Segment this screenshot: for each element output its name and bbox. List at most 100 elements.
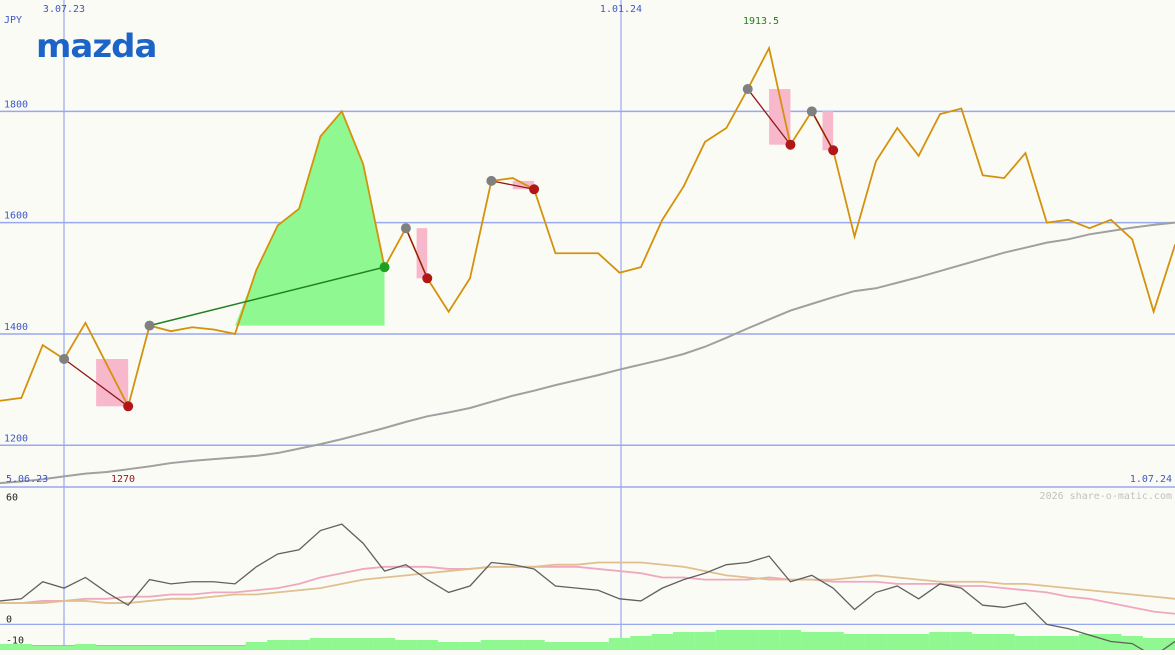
price-point (1088, 227, 1091, 229)
swing-end-marker (828, 145, 839, 156)
price-point (191, 326, 194, 329)
swing-start-marker (742, 84, 753, 95)
volume-bar (630, 636, 652, 650)
volume-bar (694, 632, 716, 650)
y-tick-label: 1600 (4, 211, 28, 222)
volume-bar (480, 640, 503, 650)
price-point (853, 235, 856, 238)
x-top-label: 3.07.23 (43, 4, 85, 15)
watermark: 2026 share-o-matic.com (1040, 491, 1172, 502)
swing-end-marker (123, 401, 134, 412)
volume-bar (801, 632, 823, 650)
volume-bar (523, 640, 545, 650)
volume-bar (502, 640, 524, 650)
price-point (234, 333, 236, 335)
price-point (362, 163, 364, 165)
volume-bar (608, 638, 631, 650)
volume-bar (288, 640, 310, 650)
volume-bar (309, 638, 332, 650)
price-point (106, 363, 108, 366)
volume-bar (822, 632, 844, 650)
x-top-label: 1.01.24 (600, 4, 642, 15)
volume-bar (245, 642, 268, 650)
volume-bar (117, 646, 139, 650)
volume-bar (672, 632, 695, 650)
volume-bar (53, 646, 75, 650)
volume-bar (737, 630, 759, 650)
price-point (469, 277, 471, 280)
volume-bar (437, 642, 460, 650)
price-point (917, 155, 920, 157)
price-point (875, 160, 877, 163)
volume-bar (1078, 634, 1101, 650)
chart-canvas: JPY 2026 share-o-matic.com 1913.5 1270 1… (0, 0, 1175, 655)
volume-bar (566, 642, 588, 650)
volume-bar (352, 638, 374, 650)
volume-bar (267, 640, 289, 650)
price-point (1152, 310, 1155, 313)
price-point (511, 177, 514, 179)
price-point (939, 113, 941, 115)
price-point (618, 271, 621, 274)
volume-bar (907, 634, 930, 650)
volume-bar (395, 640, 417, 650)
volume-bar (779, 630, 802, 650)
volume-bar (160, 646, 182, 650)
price-point (896, 127, 899, 129)
y-tick-label: 1400 (4, 322, 28, 333)
loss-area (96, 358, 129, 407)
price-point (725, 127, 728, 129)
price-point (41, 344, 44, 346)
stock-chart: JPY 2026 share-o-matic.com 1913.5 1270 1… (0, 0, 1175, 655)
price-point (1003, 177, 1005, 179)
price-point (597, 252, 599, 255)
price-point (447, 310, 450, 313)
price-point (84, 322, 87, 324)
volume-bar (972, 634, 994, 650)
volume-bar (331, 638, 353, 650)
volume-bar (950, 632, 973, 650)
swing-start-marker (806, 106, 817, 117)
volume-bar (459, 642, 481, 650)
volume-bar (1057, 636, 1079, 650)
price-point (640, 266, 642, 268)
y-tick-label: 1800 (4, 99, 28, 110)
volume-bar (651, 634, 673, 650)
volume-bar (1036, 636, 1058, 650)
loss-area (416, 228, 428, 279)
volume-bar (224, 646, 246, 650)
price-point (960, 107, 963, 110)
swing-start-marker (400, 223, 411, 234)
swing-start-marker (144, 320, 155, 331)
volume-bar (32, 646, 54, 650)
volume-bar (587, 642, 609, 650)
price-point (298, 207, 300, 210)
price-point (554, 252, 557, 255)
price-point (341, 110, 343, 113)
price-line (0, 45, 1175, 409)
high-annotation: 1913.5 (743, 16, 779, 27)
volume-bar (758, 630, 780, 650)
volume-bar (181, 646, 203, 650)
moving-average-line (0, 221, 1175, 485)
loss-area (822, 111, 834, 151)
price-point (576, 252, 578, 255)
price-point (170, 330, 172, 332)
price-point (1046, 221, 1048, 224)
osc-y-tick-label: 60 (6, 492, 18, 503)
price-point (704, 141, 706, 143)
volume-bar (1014, 636, 1037, 650)
x-bottom-label-end: 1.07.24 (1130, 474, 1172, 485)
price-point (1110, 219, 1112, 221)
swing-end-marker (422, 273, 433, 284)
volume-bar (993, 634, 1015, 650)
price-point (255, 269, 258, 271)
swing-start-marker (59, 353, 70, 364)
swing-end-marker (785, 139, 796, 150)
price-point (20, 397, 23, 399)
price-point (768, 47, 770, 49)
volume-bar (929, 632, 951, 650)
price-point (661, 219, 664, 221)
logo-wordmark: mazda (36, 27, 156, 65)
volume-bar (416, 640, 438, 650)
